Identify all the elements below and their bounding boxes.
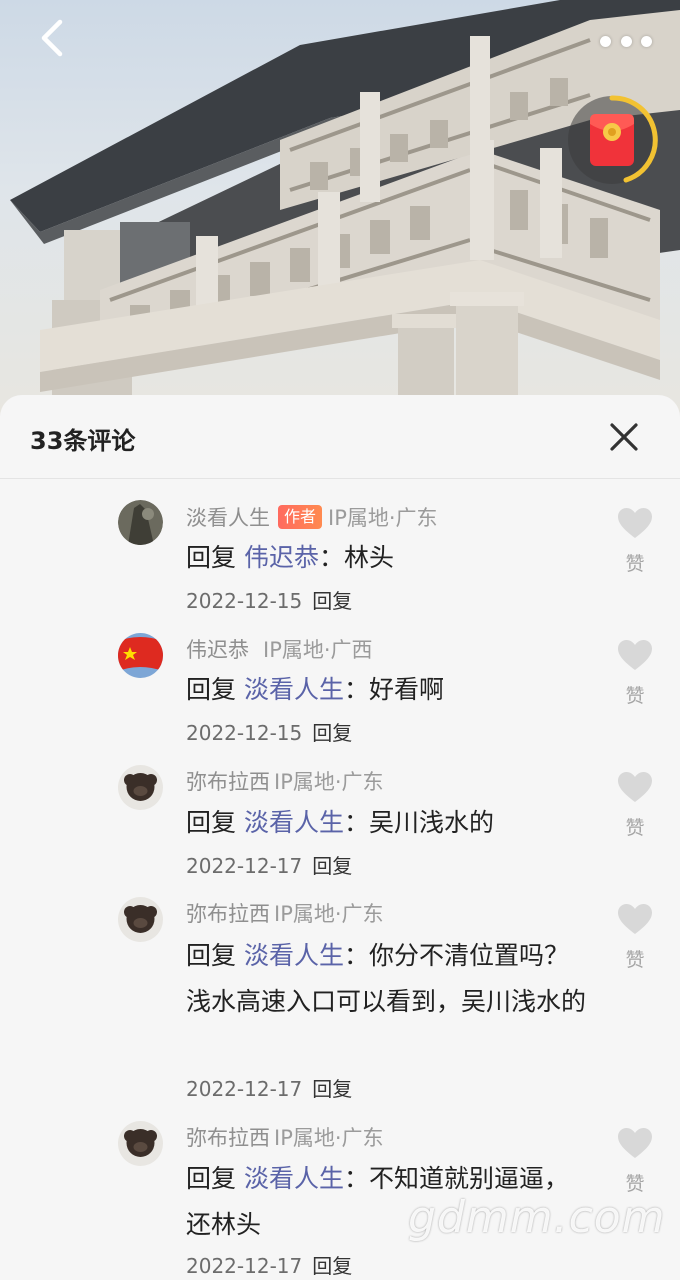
comment-text: 回复 淡看人生：你分不清位置吗？浅水高速入口可以看到，吴川浅水的 xyxy=(186,941,587,1016)
comment-author[interactable]: 伟迟恭 xyxy=(186,634,249,664)
comment-date: 2022-12-15 xyxy=(186,721,303,745)
like-button[interactable]: 赞 xyxy=(612,771,658,840)
reply-button[interactable]: 回复 xyxy=(312,854,352,878)
mention-link[interactable]: 淡看人生 xyxy=(244,941,344,970)
comment-text: 回复 淡看人生：好看啊 xyxy=(186,675,444,704)
avatar[interactable] xyxy=(118,633,163,678)
avatar[interactable] xyxy=(118,897,163,942)
heart-icon xyxy=(618,772,652,802)
reply-button[interactable]: 回复 xyxy=(312,1254,352,1278)
avatar[interactable] xyxy=(118,500,163,545)
back-button[interactable] xyxy=(36,18,84,66)
ip-location: IP属地·广西 xyxy=(263,638,373,662)
building-photo xyxy=(10,0,680,420)
ip-location: IP属地·广东 xyxy=(328,506,438,530)
reply-button[interactable]: 回复 xyxy=(312,721,352,745)
like-label: 赞 xyxy=(625,553,645,575)
heart-icon xyxy=(618,508,652,538)
mention-link[interactable]: 淡看人生 xyxy=(244,808,344,837)
comment-text: 回复 淡看人生：吴川浅水的 xyxy=(186,808,494,837)
ip-location: IP属地·广东 xyxy=(274,1126,384,1150)
comment-date: 2022-12-17 xyxy=(186,854,303,878)
more-dots-icon xyxy=(600,35,611,47)
close-icon xyxy=(610,423,638,451)
reply-button[interactable]: 回复 xyxy=(312,589,352,613)
like-label: 赞 xyxy=(625,685,645,707)
mention-link[interactable]: 淡看人生 xyxy=(244,1164,344,1193)
comment-author[interactable]: 弥布拉西 xyxy=(186,766,270,796)
comment-sheet: 33条评论 淡看人生 作者 IP属地·广东 回复 伟迟恭：林头 2022-12-… xyxy=(0,395,680,1280)
avatar[interactable] xyxy=(118,765,163,810)
avatar[interactable] xyxy=(118,1121,163,1166)
author-badge: 作者 xyxy=(278,505,323,529)
ip-location: IP属地·广东 xyxy=(274,770,384,794)
like-label: 赞 xyxy=(625,949,645,971)
like-button[interactable]: 赞 xyxy=(612,507,658,576)
comment-author[interactable]: 弥布拉西 xyxy=(186,898,270,928)
mention-link[interactable]: 伟迟恭 xyxy=(244,543,319,572)
comment-author[interactable]: 弥布拉西 xyxy=(186,1122,270,1152)
close-button[interactable] xyxy=(604,417,644,457)
like-button[interactable]: 赞 xyxy=(612,903,658,972)
more-options-button[interactable] xyxy=(600,26,652,56)
comment-author[interactable]: 淡看人生 xyxy=(186,502,270,532)
like-button[interactable]: 赞 xyxy=(612,639,658,708)
like-button[interactable]: 赞 xyxy=(612,1127,658,1196)
comment-count-title: 33条评论 xyxy=(30,427,136,455)
comment-date: 2022-12-15 xyxy=(186,589,303,613)
post-image xyxy=(0,0,680,420)
heart-icon xyxy=(618,1128,652,1158)
mention-link[interactable]: 淡看人生 xyxy=(244,675,344,704)
chevron-left-icon xyxy=(41,19,63,57)
watermark: gdmm.com xyxy=(408,1192,666,1243)
red-envelope-button[interactable] xyxy=(566,94,658,186)
reply-button[interactable]: 回复 xyxy=(312,1077,352,1101)
sheet-header: 33条评论 xyxy=(0,395,680,479)
comment-text: 回复 伟迟恭：林头 xyxy=(186,543,394,572)
comment-date: 2022-12-17 xyxy=(186,1254,303,1278)
ip-location: IP属地·广东 xyxy=(274,902,384,926)
like-label: 赞 xyxy=(625,817,645,839)
heart-icon xyxy=(618,640,652,670)
heart-icon xyxy=(618,904,652,934)
comment-date: 2022-12-17 xyxy=(186,1077,303,1101)
red-envelope-icon xyxy=(568,95,658,184)
